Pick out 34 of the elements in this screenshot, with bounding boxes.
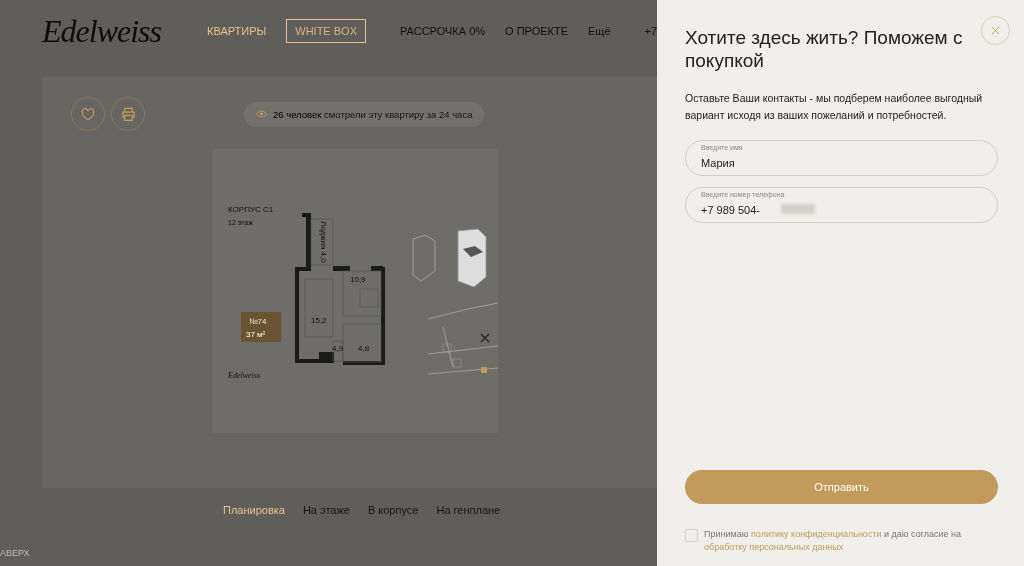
policy-link[interactable]: политику конфиденциальности — [750, 529, 882, 539]
plan-tab[interactable]: На этаже — [302, 504, 350, 516]
nav-link[interactable]: О ПРОЕКТЕ — [505, 20, 568, 42]
printer-icon — [120, 107, 136, 121]
panel-description: Оставьте Ваши контакты - мы подберем наиболее выгодный вариант исходя из ваших пожеланий и потребностей. — [685, 91, 984, 123]
room-area: 10,9 — [350, 275, 366, 284]
scroll-top-link[interactable]: АВЕРХ — [0, 548, 30, 558]
submit-button[interactable]: Отправить — [685, 470, 998, 504]
plan-tab[interactable]: Планировка — [223, 504, 285, 516]
eye-icon — [256, 110, 267, 118]
phone-link[interactable]: +7 — [644, 25, 658, 37]
room-area: Лоджия 4,0 — [319, 221, 328, 263]
room-area: 4,9 — [332, 344, 344, 353]
apartment-area: 37 м² — [246, 330, 266, 339]
policy-link[interactable]: обработку персональных данных — [704, 542, 844, 552]
consent-checkbox[interactable] — [685, 529, 698, 542]
building-label: КОРПУС С1 — [228, 205, 274, 214]
nav-link[interactable]: РАССРОЧКА 0% — [400, 20, 486, 42]
plan-tab[interactable]: В корпусе — [367, 504, 419, 516]
nav-link[interactable]: WHITE BOX — [286, 19, 366, 43]
logo[interactable]: Edelweiss — [42, 12, 207, 50]
plan-tab[interactable]: На генплане — [436, 504, 501, 516]
room-area: 15,2 — [311, 316, 327, 325]
nav-link[interactable]: Ещё — [588, 20, 611, 42]
nav-link[interactable]: КВАРТИРЫ — [207, 20, 267, 42]
apartment-tag — [241, 312, 281, 342]
apartment-number: №74 — [249, 317, 267, 326]
brand-mark: Edelweiss — [228, 371, 260, 380]
views-text: 26 человек смотрели эту квартиру за 24 часа — [273, 108, 473, 120]
consent-text: Принимаю политику конфиденциальности и даю согласие на обработку персональных данных — [704, 528, 963, 554]
panel-title: Хотите здесь жить? Поможем с покупкой — [685, 26, 964, 72]
heart-icon — [81, 107, 95, 121]
close-icon — [991, 26, 1000, 35]
room-area: 4,8 — [358, 344, 370, 353]
